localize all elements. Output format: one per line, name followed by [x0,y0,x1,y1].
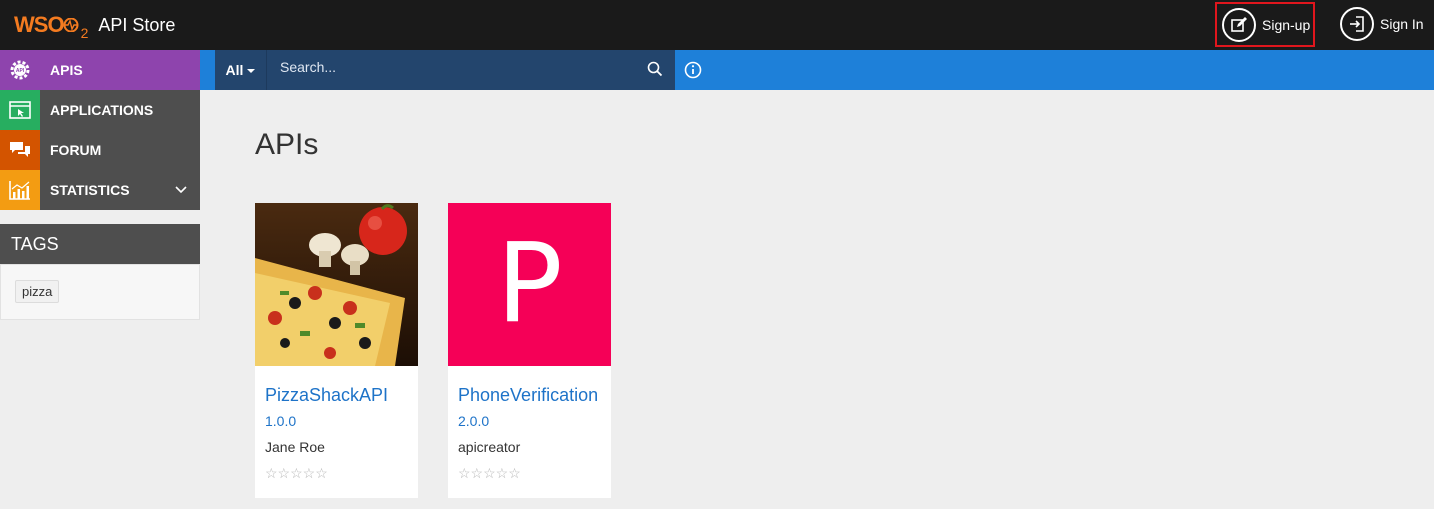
tags-heading: TAGS [0,224,200,264]
sidebar-item-label: APPLICATIONS [50,102,154,118]
api-card-pizzashackapi[interactable]: PizzaShackAPI 1.0.0 Jane Roe ☆☆☆☆☆ [255,203,418,498]
page-title: APIs [255,128,319,161]
sidebar-item-label: APIS [50,62,83,78]
pizza-image [255,203,418,366]
api-name-link[interactable]: PizzaShackAPI [265,385,408,406]
statistics-chart-icon [0,170,40,210]
search-icon[interactable] [647,61,663,77]
top-bar: WSO 2 API Store Sign-up Sign In [0,0,1434,50]
signin-button[interactable]: Sign In [1340,4,1424,44]
search-bar: All [200,50,1434,90]
star-rating[interactable]: ☆☆☆☆☆ [265,465,408,482]
caret-down-icon [247,69,256,73]
api-version: 1.0.0 [265,413,297,429]
sidebar: API APIS APPLICATIONS FORUM STATISTICS T… [0,50,200,320]
api-name-link[interactable]: PhoneVerification [458,385,601,406]
tags-panel: pizza [0,264,200,320]
wso2-logo-subscript: 2 [80,25,89,41]
search-input[interactable] [269,50,639,84]
chevron-down-icon[interactable] [174,182,188,196]
search-filter-dropdown[interactable]: All [215,50,267,90]
info-icon[interactable] [684,61,702,79]
application-window-icon [0,90,40,130]
sidebar-item-applications[interactable]: APPLICATIONS [0,90,200,130]
sidebar-item-label: FORUM [50,142,102,158]
search-box: All [215,50,675,90]
sidebar-item-statistics[interactable]: STATISTICS [0,170,200,210]
signup-label: Sign-up [1262,16,1311,33]
api-card-body: PhoneVerification 2.0.0 apicreator ☆☆☆☆☆ [448,366,611,482]
api-gear-icon: API [0,50,40,90]
search-filter-label: All [225,62,244,78]
signin-icon [1340,7,1374,41]
sidebar-item-apis[interactable]: API APIS [0,50,200,90]
signup-button[interactable]: Sign-up [1215,2,1315,47]
sidebar-item-forum[interactable]: FORUM [0,130,200,170]
sidebar-item-label: STATISTICS [50,182,130,198]
logo-heartbeat-icon [63,18,79,32]
tag-pizza[interactable]: pizza [15,280,60,303]
app-title: API Store [98,14,176,35]
signin-label: Sign In [1380,16,1424,32]
api-thumbnail-letter[interactable]: P [448,203,611,366]
api-card-body: PizzaShackAPI 1.0.0 Jane Roe ☆☆☆☆☆ [255,366,418,482]
api-thumbnail-letter-text: P [496,218,563,347]
forum-chat-icon [0,130,40,170]
brand[interactable]: WSO 2 API Store [14,9,175,41]
api-version: 2.0.0 [458,413,490,429]
edit-icon [1222,7,1256,42]
wso2-logo: WSO [14,12,65,37]
star-rating[interactable]: ☆☆☆☆☆ [458,465,601,482]
api-card-phoneverification[interactable]: P PhoneVerification 2.0.0 apicreator ☆☆☆… [448,203,611,498]
api-owner: Jane Roe [265,439,325,455]
api-owner: apicreator [458,439,521,455]
api-thumbnail-pizza[interactable] [255,203,418,366]
svg-text:API: API [16,68,25,74]
